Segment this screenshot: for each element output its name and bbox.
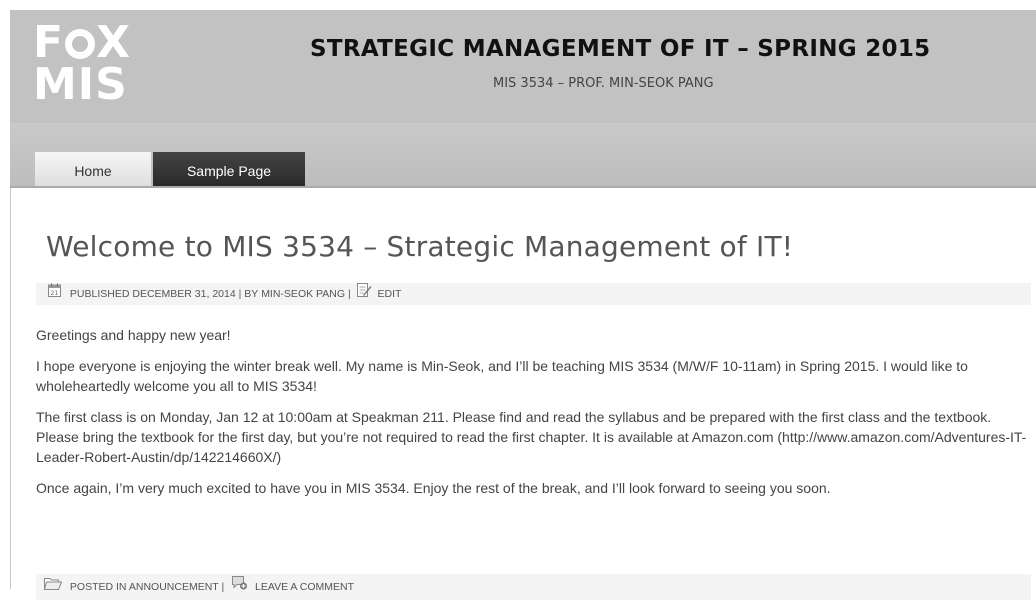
site-description: MIS 3534 – PROF. MIN-SEOK PANG (493, 76, 714, 91)
meta-separator: | (347, 288, 351, 301)
post-paragraph: I hope everyone is enjoying the winter b… (36, 358, 968, 394)
folder-icon (43, 574, 63, 600)
svg-text:21: 21 (51, 290, 59, 297)
post-paragraph: The first class is on Monday, Jan 12 at … (36, 409, 1027, 465)
category-link-announcement[interactable]: ANNOUNCEMENT (129, 581, 219, 593)
nav-tab-sample-page[interactable]: Sample Page (153, 152, 305, 186)
edit-link[interactable]: EDIT (378, 288, 402, 300)
post-paragraph: Once again, I’m very much excited to hav… (36, 480, 831, 496)
edit-icon[interactable] (356, 283, 372, 305)
post-paragraph: Greetings and happy new year! (36, 327, 231, 343)
post-date-link[interactable]: DECEMBER 31, 2014 (132, 288, 235, 300)
content-area: Welcome to MIS 3534 – Strategic Manageme… (10, 188, 1036, 600)
calendar-icon: 21 (48, 283, 61, 305)
site-header: FX MIS STRATEGIC MANAGEMENT OF IT – SPRI… (10, 10, 1036, 123)
site-title[interactable]: STRATEGIC MANAGEMENT OF IT – SPRING 2015 (310, 36, 930, 62)
comment-icon (231, 574, 248, 600)
logo-line-1: FX (33, 21, 143, 65)
author-link[interactable]: MIN-SEOK PANG (261, 288, 345, 300)
by-label: | BY (238, 288, 259, 301)
logo-line-2: MIS (33, 59, 128, 110)
leave-comment-link[interactable]: LEAVE A COMMENT (255, 581, 354, 593)
post-footer-meta: POSTED IN ANNOUNCEMENT | LEAVE A COMMENT (36, 574, 1031, 600)
page: FX MIS STRATEGIC MANAGEMENT OF IT – SPRI… (0, 0, 1036, 600)
post-title[interactable]: Welcome to MIS 3534 – Strategic Manageme… (46, 230, 793, 263)
main-navigation: Home Sample Page (10, 123, 1036, 188)
published-prefix: PUBLISHED (69, 288, 130, 301)
logo-ring (65, 29, 96, 59)
footer-separator: | (221, 581, 225, 594)
posted-in-label: POSTED IN (69, 581, 127, 594)
post-body: Greetings and happy new year! I hope eve… (36, 325, 1036, 509)
nav-tab-home[interactable]: Home (35, 152, 151, 186)
site-logo[interactable]: FX MIS (33, 21, 143, 110)
post-meta: 21 PUBLISHED DECEMBER 31, 2014 | BY MIN-… (36, 283, 1031, 305)
